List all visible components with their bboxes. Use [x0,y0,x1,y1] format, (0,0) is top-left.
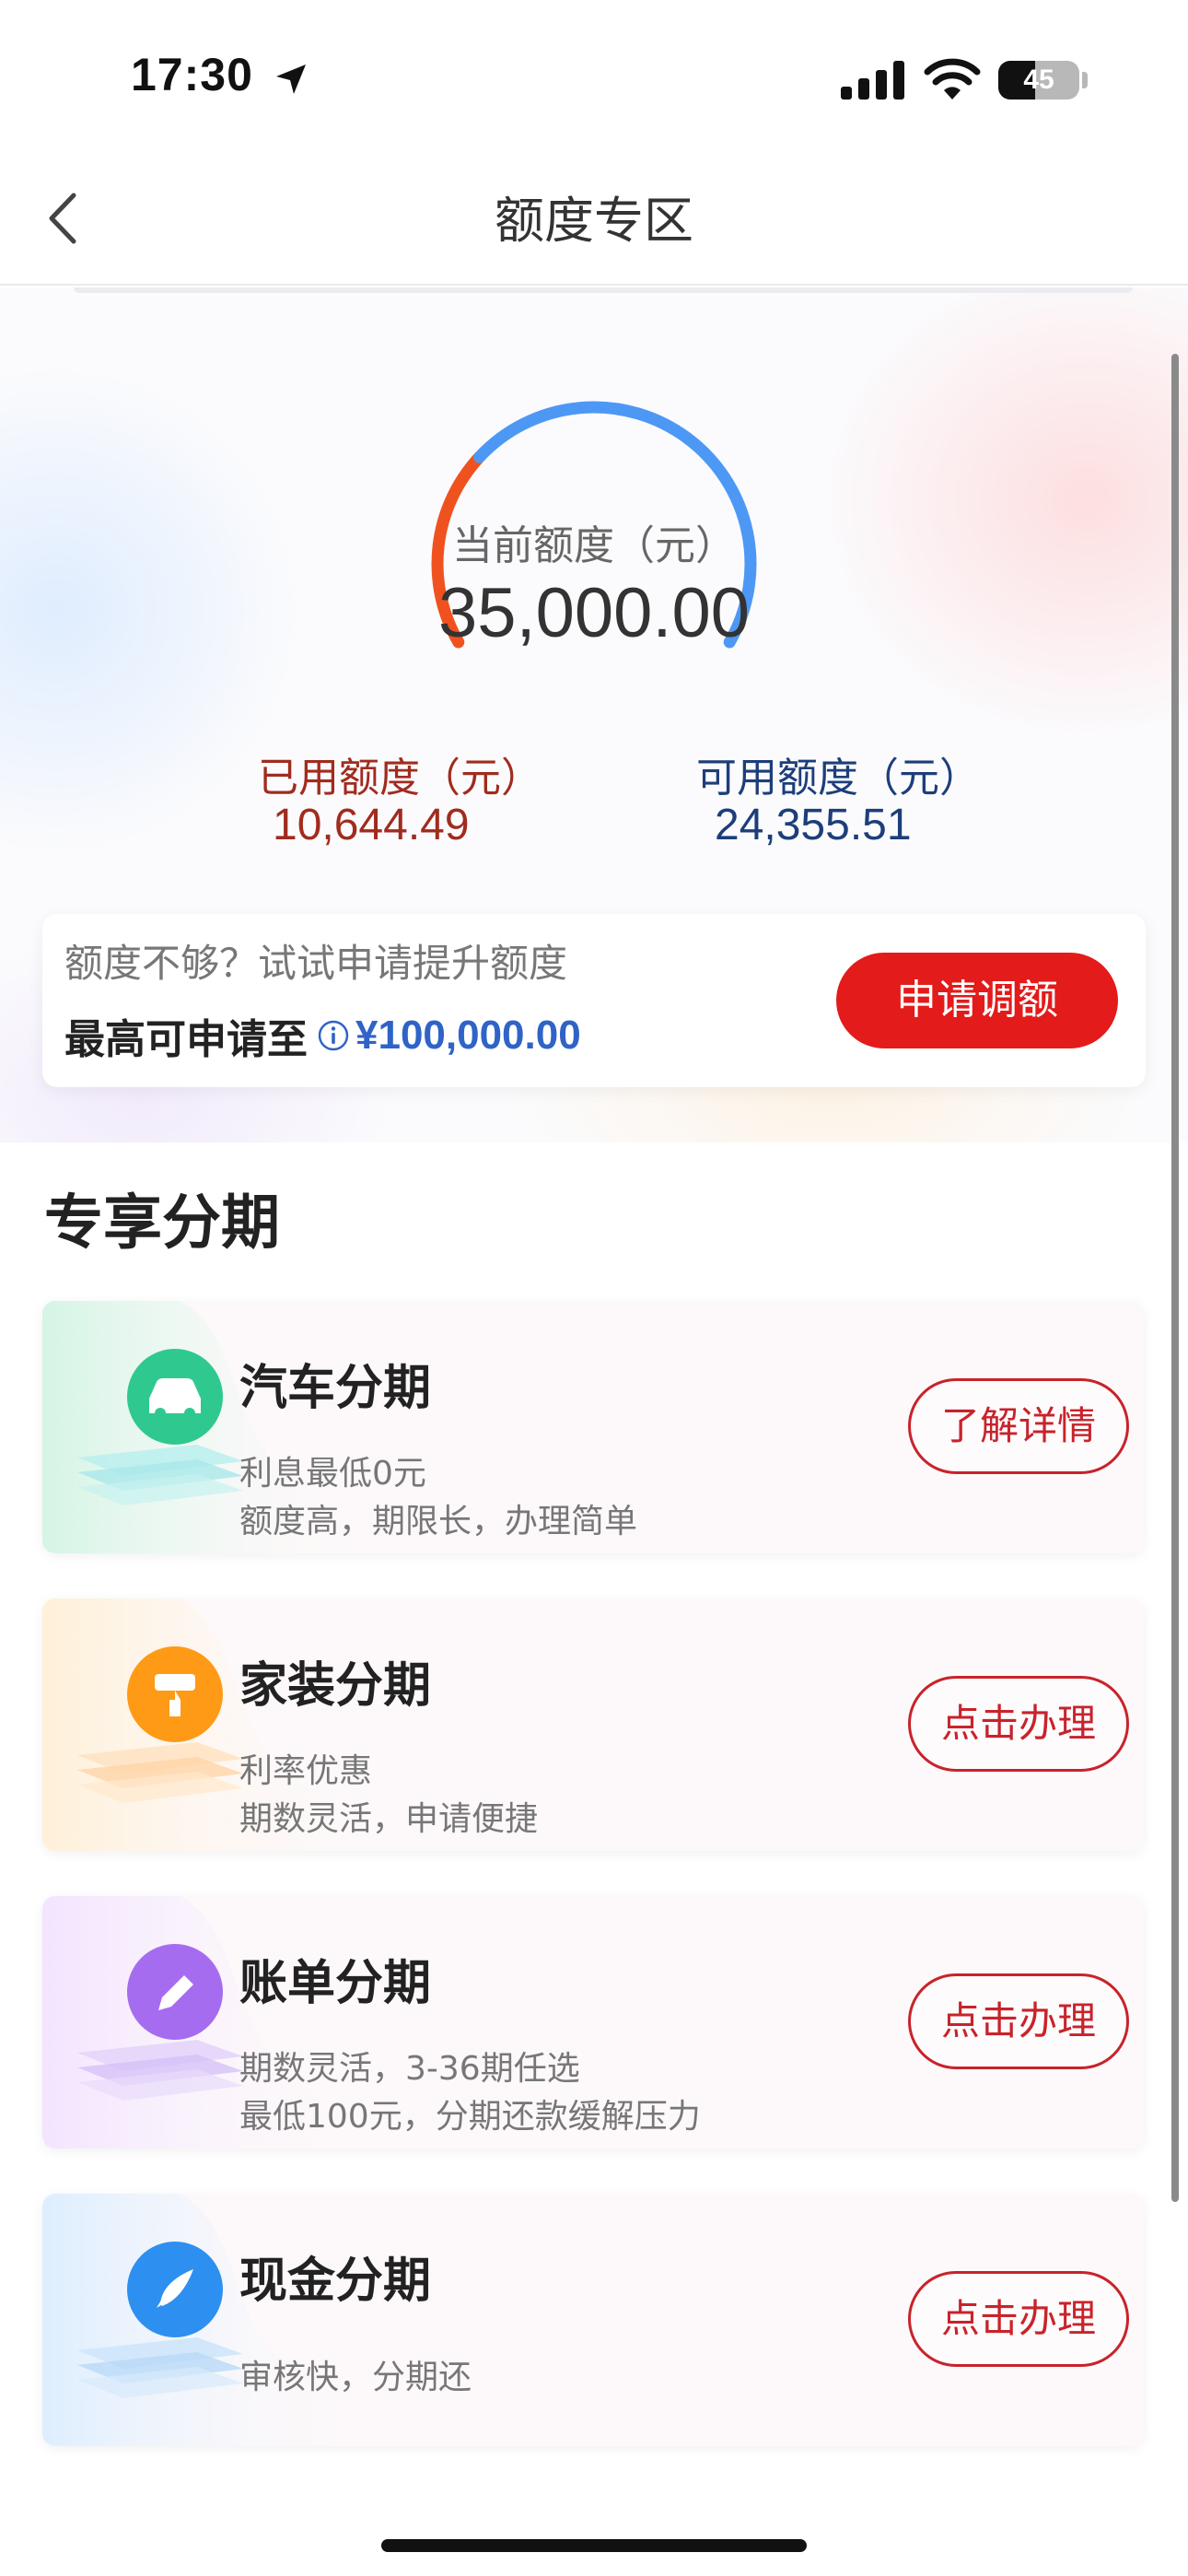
learn-more-button[interactable]: 了解详情 [908,1378,1129,1474]
battery-cap [1082,72,1088,88]
product-card-home-decoration[interactable]: 家装分期 利率优惠 期数灵活，申请便捷 点击办理 [42,1598,1144,1851]
quota-max-label: 最高可申请至 [64,1016,308,1063]
location-arrow-icon [276,64,306,94]
used-credit-label: 已用额度（元） [258,755,542,802]
apply-now-button[interactable]: 点击办理 [908,1973,1129,2069]
scrollbar[interactable] [1171,354,1179,2202]
quota-max-row: 最高可申请至 ¥100,000.00 [64,1006,581,1065]
quota-max-value: ¥100,000.00 [355,1013,581,1058]
product-desc-1: 利息最低0元 [239,1455,426,1493]
product-desc-2: 最低100元，分期还款缓解压力 [239,2098,701,2136]
quota-hint: 额度不够？试试申请提升额度 [64,941,568,986]
status-bar: 17:30 45 [0,0,1188,157]
product-card-car[interactable]: 汽车分期 利息最低0元 额度高，期限长，办理简单 了解详情 [42,1301,1144,1553]
divider [74,287,1133,293]
navigation-bar: 额度专区 [0,157,1188,286]
info-icon[interactable] [317,1019,350,1052]
apply-adjustment-button[interactable]: 申请调额 [836,953,1118,1048]
product-desc-2: 额度高，期限长，办理简单 [239,1503,638,1540]
cellular-signal-icon [841,61,904,100]
wifi-icon [924,58,981,100]
product-desc-1: 期数灵活，3-36期任选 [239,2050,580,2088]
product-desc-1: 利率优惠 [239,1752,373,1790]
home-indicator[interactable] [381,2539,807,2552]
battery-icon: 45 [998,61,1079,100]
product-name: 家装分期 [239,1658,432,1714]
quota-increase-card: 额度不够？试试申请提升额度 最高可申请至 ¥100,000.00 申请调额 [42,914,1146,1087]
product-desc-1: 审核快，分期还 [239,2359,472,2396]
apply-now-button[interactable]: 点击办理 [908,2271,1129,2367]
product-name: 现金分期 [239,2254,432,2309]
status-time: 17:30 [131,49,253,100]
product-name: 账单分期 [239,1956,432,2011]
product-name: 汽车分期 [239,1361,432,1416]
available-credit-value: 24,355.51 [715,801,912,849]
available-credit-label: 可用额度（元） [696,755,980,802]
current-credit-value: 35,000.00 [437,574,751,652]
section-title: 专享分期 [44,1189,280,1258]
apply-now-button[interactable]: 点击办理 [908,1676,1129,1772]
product-card-bill[interactable]: 账单分期 期数灵活，3-36期任选 最低100元，分期还款缓解压力 点击办理 [42,1896,1144,2149]
credit-overview: 当前额度（元） 35,000.00 已用额度（元） 10,644.49 可用额度… [0,287,1188,1142]
product-desc-2: 期数灵活，申请便捷 [239,1800,539,1838]
used-credit-value: 10,644.49 [273,801,470,849]
page-title: 额度专区 [495,192,693,250]
battery-percent: 45 [1023,64,1054,95]
product-card-cash[interactable]: 现金分期 审核快，分期还 点击办理 [42,2194,1144,2446]
current-credit-label: 当前额度（元） [452,522,736,569]
